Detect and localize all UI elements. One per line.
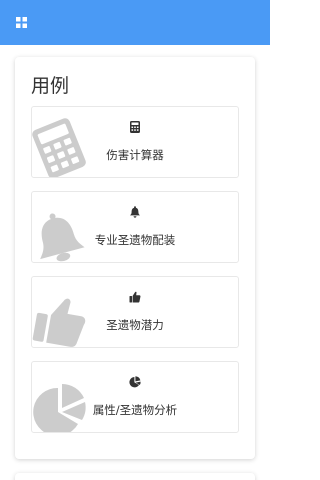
use-cases-card: 用例 伤害计算器 专业圣遗物配装 圣遗物潜力 属性/圣遗物分析 xyxy=(15,57,255,459)
item-label: 专业圣遗物配装 xyxy=(94,233,176,247)
bell-bg-icon xyxy=(40,213,85,262)
app-header xyxy=(0,0,270,45)
thumbs-up-bg-icon xyxy=(32,298,86,347)
artifact-loadout-item[interactable]: 专业圣遗物配装 xyxy=(31,191,239,263)
grid-menu-icon[interactable] xyxy=(16,17,27,28)
bell-icon xyxy=(130,206,140,218)
item-label: 属性/圣遗物分析 xyxy=(92,403,178,417)
stats-analysis-item[interactable]: 属性/圣遗物分析 xyxy=(31,361,239,433)
pie-chart-bg-icon xyxy=(33,383,86,432)
card-title: 用例 xyxy=(31,75,70,97)
artifact-potential-item[interactable]: 圣遗物潜力 xyxy=(31,276,239,348)
next-card xyxy=(15,473,255,480)
calculator-bg-icon xyxy=(32,118,86,177)
pie-chart-icon xyxy=(129,376,141,388)
thumbs-up-icon xyxy=(129,291,141,303)
damage-calculator-item[interactable]: 伤害计算器 xyxy=(31,106,239,178)
calculator-icon xyxy=(130,121,140,133)
item-label: 伤害计算器 xyxy=(106,148,164,162)
item-label: 圣遗物潜力 xyxy=(106,318,164,332)
